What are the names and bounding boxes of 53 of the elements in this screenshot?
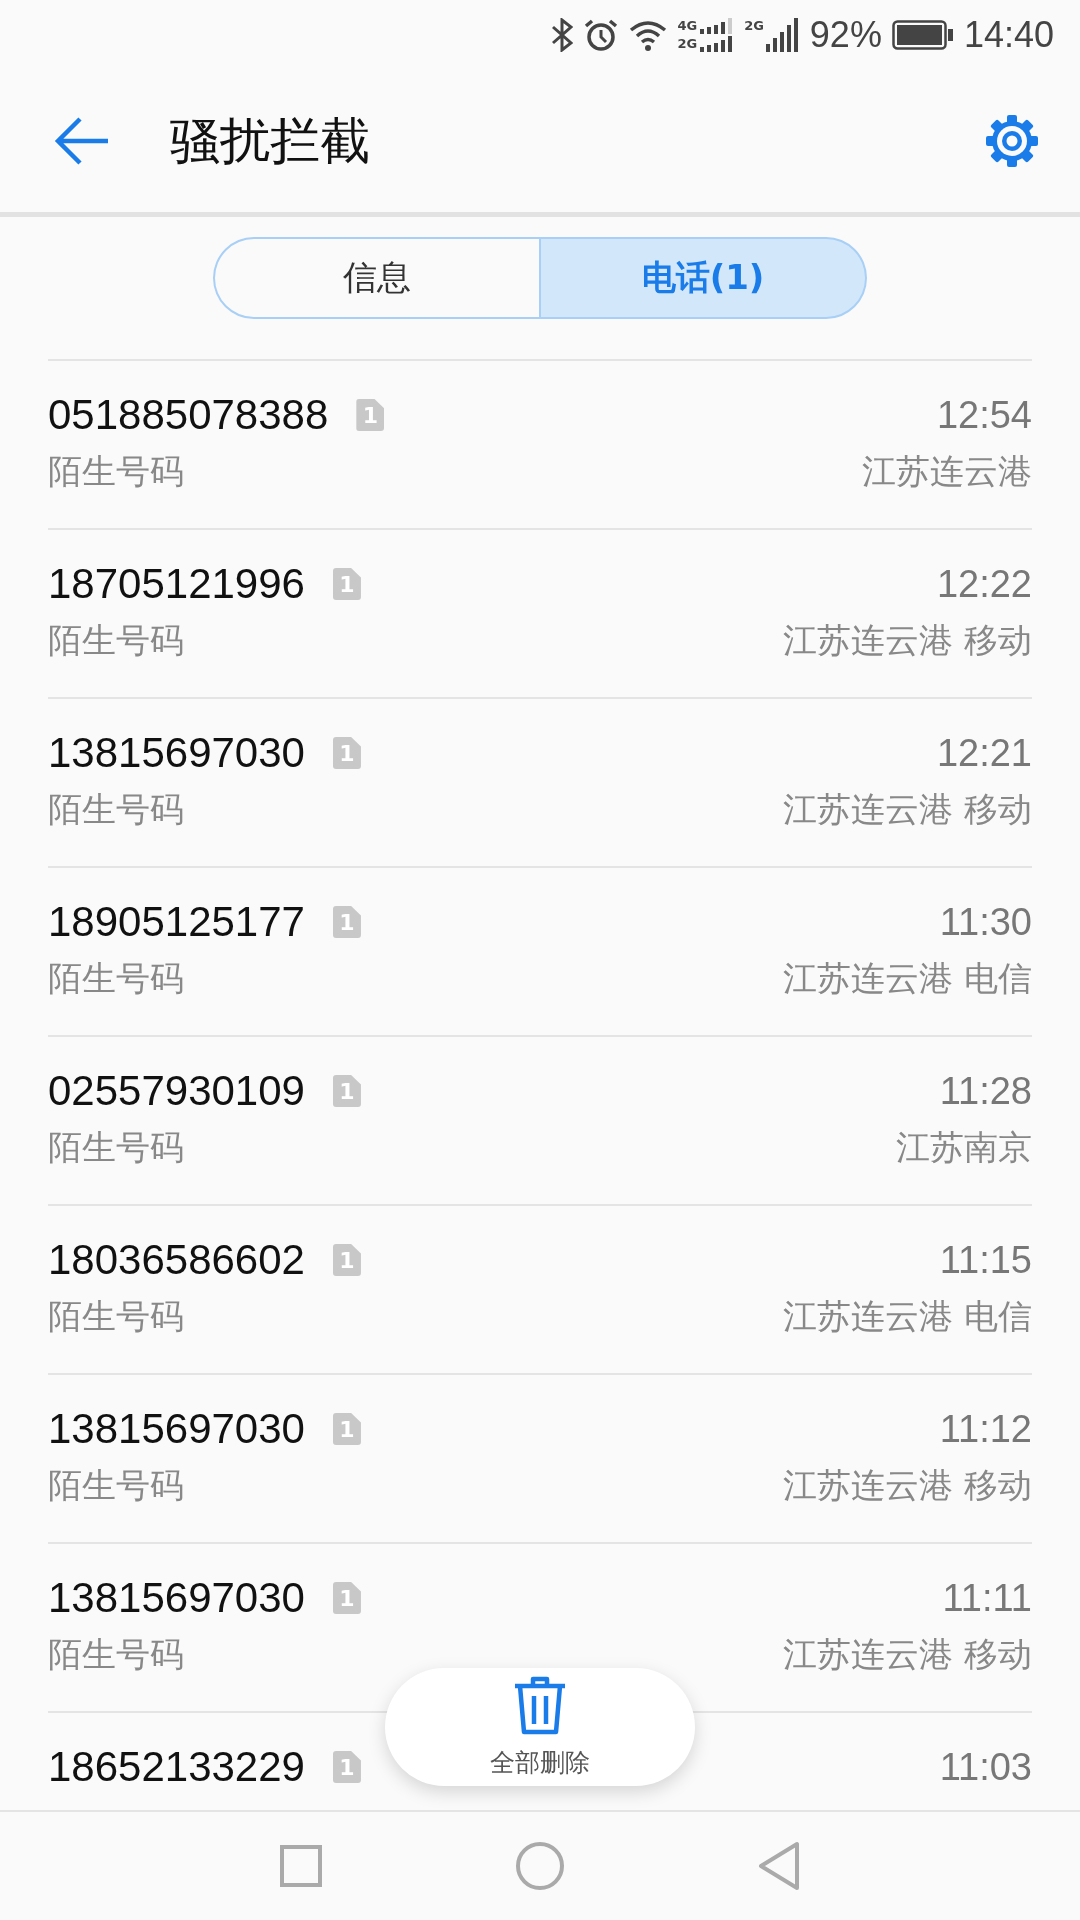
battery-icon [891, 20, 954, 50]
signal-icon [700, 36, 735, 52]
call-location: 江苏连云港 移动 [783, 788, 1032, 831]
phone-number: 13815697030 [48, 729, 305, 777]
call-time: 11:03 [939, 1745, 1032, 1789]
phone-number: 051885078388 [48, 391, 329, 439]
network-type: 4G [677, 18, 698, 34]
caller-label: 陌生号码 [48, 957, 184, 1000]
caller-label: 陌生号码 [48, 1464, 184, 1507]
home-icon[interactable] [515, 1841, 565, 1891]
network-type: 2G [677, 36, 698, 52]
delete-all-button[interactable]: 全部删除 [385, 1668, 695, 1786]
phone-number: 18705121996 [48, 560, 305, 608]
caller-label: 陌生号码 [48, 1295, 184, 1338]
call-time: 11:28 [939, 1069, 1032, 1113]
caller-label: 陌生号码 [48, 1126, 184, 1169]
call-location: 江苏连云港 移动 [783, 619, 1032, 662]
alarm-icon [583, 18, 620, 52]
call-location: 江苏连云港 [862, 450, 1032, 493]
phone-number: 18652133229 [48, 1743, 305, 1791]
trash-icon [513, 1675, 567, 1736]
wifi-icon [629, 18, 668, 52]
call-time: 12:21 [936, 731, 1032, 775]
clock-time: 14:40 [963, 14, 1054, 56]
phone-number: 02557930109 [48, 1067, 305, 1115]
call-time: 11:30 [939, 900, 1032, 944]
call-time: 12:54 [936, 393, 1032, 437]
call-time: 11:15 [939, 1238, 1032, 1282]
call-location: 江苏连云港 移动 [783, 1464, 1032, 1507]
call-time: 11:11 [942, 1576, 1032, 1620]
call-location: 江苏连云港 电信 [783, 957, 1032, 1000]
back-nav-icon[interactable] [757, 1841, 801, 1891]
caller-label: 陌生号码 [48, 1633, 184, 1676]
phone-number: 13815697030 [48, 1574, 305, 1622]
network-type: 2G [744, 18, 764, 34]
call-location: 江苏连云港 电信 [783, 1295, 1032, 1338]
call-location: 江苏南京 [896, 1126, 1032, 1169]
caller-label: 陌生号码 [48, 788, 184, 831]
caller-label: 陌生号码 [48, 619, 184, 662]
tab[interactable]: 信息 [213, 237, 540, 319]
battery-percent: 92% [809, 14, 882, 56]
bluetooth-icon [551, 18, 574, 52]
call-time: 11:12 [939, 1407, 1032, 1451]
call-location: 江苏连云港 移动 [783, 1633, 1032, 1676]
phone-number: 18905125177 [48, 898, 305, 946]
caller-label: 陌生号码 [48, 450, 184, 493]
recent-apps-icon[interactable] [279, 1844, 323, 1888]
phone-number: 13815697030 [48, 1405, 305, 1453]
page-title: 骚扰拦截 [170, 110, 371, 172]
phone-number: 18036586602 [48, 1236, 305, 1284]
signal-icon [700, 18, 735, 34]
call-time: 12:22 [936, 562, 1032, 606]
signal-icon [765, 18, 800, 52]
